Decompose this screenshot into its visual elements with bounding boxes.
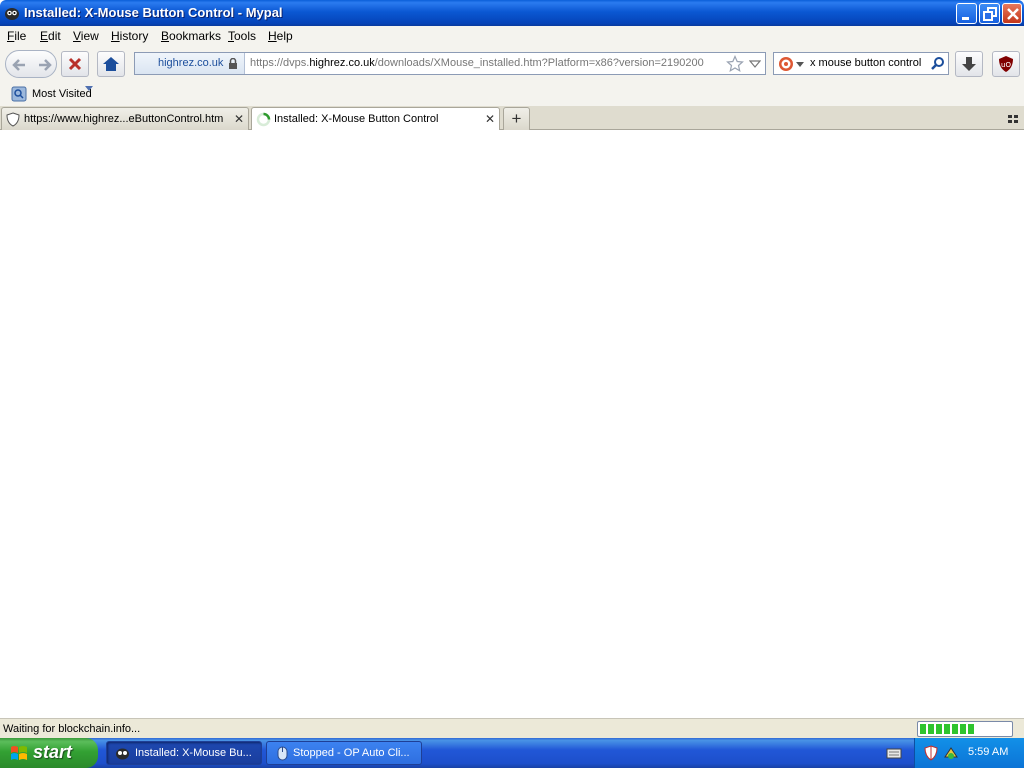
ublock-shield-icon: uO [999,56,1013,72]
svg-text:uO: uO [1001,61,1011,69]
taskbar-item-mypal[interactable]: Installed: X-Mouse Bu... [106,741,262,765]
page-content[interactable] [0,130,1024,718]
tab-highrez-download[interactable]: https://www.highrez...eButtonControl.htm… [1,107,249,130]
bookmark-folder-icon [11,86,27,102]
url-dropdown-icon[interactable] [749,60,761,68]
mouse-task-icon [277,746,288,761]
download-arrow-icon [962,57,976,71]
security-shield-tray-icon[interactable] [924,745,938,761]
tab-label: https://www.highrez...eButtonControl.htm [24,113,224,125]
url-bar[interactable]: highrez.co.uk https://dvps.highrez.co.uk… [134,52,766,75]
window-titlebar[interactable]: Installed: X-Mouse Button Control - Mypa… [0,0,1024,26]
tab-label: Installed: X-Mouse Button Control [274,113,439,125]
home-icon [103,57,119,71]
downloads-button[interactable] [955,51,983,77]
mypal-task-icon [116,748,129,760]
minimize-button[interactable] [956,3,977,24]
progress-fill [920,724,974,734]
task-label: Installed: X-Mouse Bu... [135,747,252,759]
close-tab-icon[interactable]: ✕ [232,112,246,126]
menu-edit[interactable]: Edit [40,29,61,43]
page-load-progress [917,721,1013,737]
forward-arrow-icon[interactable] [36,56,54,74]
menu-help[interactable]: Help [268,29,293,43]
menu-history[interactable]: History [111,29,148,43]
taskbar-item-op-auto-clicker[interactable]: Stopped - OP Auto Cli... [266,741,422,765]
list-all-tabs-icon[interactable] [1006,112,1020,126]
ublock-button[interactable]: uO [992,51,1020,77]
folder-dropdown-icon [85,86,93,91]
tab-strip: https://www.highrez...eButtonControl.htm… [0,106,1024,131]
search-input[interactable]: x mouse button control [810,57,921,69]
restore-button[interactable] [979,3,1000,24]
windows-taskbar: start Installed: X-Mouse Bu... Stopped -… [0,738,1024,768]
window-title: Installed: X-Mouse Button Control - Mypa… [24,5,283,20]
close-window-button[interactable] [1002,3,1022,24]
search-icon[interactable] [930,56,945,71]
close-tab-icon[interactable]: ✕ [483,112,497,126]
back-arrow-icon[interactable] [10,56,28,74]
most-visited-label: Most Visited [32,88,92,100]
menu-view[interactable]: View [73,29,99,43]
url-text[interactable]: https://dvps.highrez.co.uk/downloads/XMo… [250,57,704,69]
start-label: start [33,742,73,762]
windows-logo-icon [11,746,27,760]
menu-file[interactable]: File [7,29,26,43]
start-button[interactable]: start [0,738,98,768]
home-button[interactable] [97,51,125,77]
network-tray-icon[interactable] [943,745,959,761]
back-forward-group [5,50,57,78]
search-bar[interactable]: x mouse button control [773,52,949,75]
stop-x-icon [68,57,82,71]
engine-dropdown-icon[interactable] [796,62,804,67]
bookmarks-toolbar: Most Visited [0,82,1024,106]
system-clock: 5:59 AM [968,746,1009,758]
status-bar: Waiting for blockchain.info... [0,718,1024,738]
system-tray: 5:59 AM [914,738,1024,768]
menu-bar: File Edit View History Bookmarks Tools H… [0,26,1024,46]
keyboard-tray-icon[interactable] [886,746,902,760]
identity-host: highrez.co.uk [158,57,224,69]
tab-installed-xmouse[interactable]: Installed: X-Mouse Button Control ✕ [251,107,500,131]
loading-spinner-icon [256,112,271,127]
status-text: Waiting for blockchain.info... [3,723,141,735]
mypal-app-icon [5,8,19,20]
bookmark-star-icon[interactable] [726,55,744,73]
duckduckgo-engine-icon[interactable] [778,56,794,72]
stop-button[interactable] [61,51,89,77]
site-identity-box[interactable]: highrez.co.uk [135,53,245,74]
navigation-toolbar: highrez.co.uk https://dvps.highrez.co.uk… [0,46,1024,82]
new-tab-button[interactable]: + [503,107,530,130]
menu-tools[interactable]: Tools [228,29,256,43]
shield-favicon-icon [6,112,20,127]
menu-bookmarks[interactable]: Bookmarks [161,29,221,43]
padlock-icon [229,58,237,69]
task-label: Stopped - OP Auto Cli... [293,747,410,759]
